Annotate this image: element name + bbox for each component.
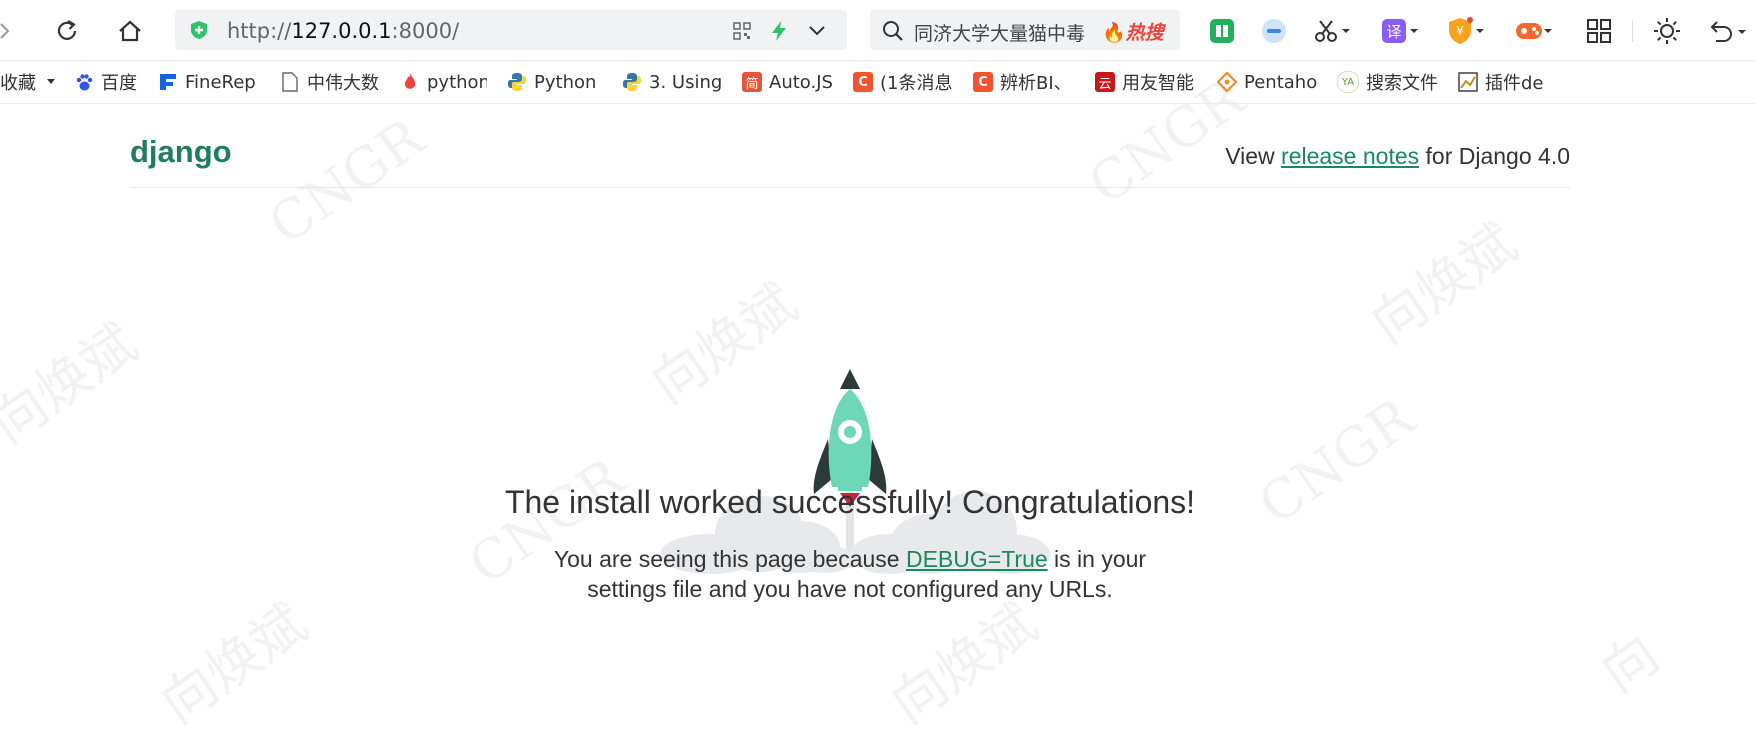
bookmark-python-csdn[interactable]: python	[400, 70, 487, 94]
bookmark-zhongwei[interactable]: 中伟大数	[280, 70, 385, 94]
python-icon	[622, 72, 642, 92]
reading-mode-icon[interactable]	[1205, 14, 1239, 48]
bookmark-csdn-messages[interactable]: C (1条消息	[853, 70, 956, 94]
qr-code-icon[interactable]	[733, 22, 751, 40]
translate-icon[interactable]: 译	[1378, 14, 1422, 48]
baidu-paw-icon	[74, 72, 94, 92]
apps-grid-icon[interactable]	[1582, 14, 1616, 48]
lightning-mode-icon[interactable]	[770, 20, 788, 42]
rocket-nose	[840, 369, 860, 389]
page-icon	[280, 72, 300, 92]
ya-icon: YA	[1337, 71, 1359, 93]
page-content: django View release notes for Django 4.0	[0, 104, 1756, 714]
bookmark-autojs[interactable]: 简 Auto.JS	[742, 70, 833, 94]
bookmark-plugin[interactable]: 插件de	[1458, 70, 1545, 94]
bookmark-python-org[interactable]: Python	[507, 70, 596, 94]
success-headline: The install worked successfully! Congrat…	[504, 484, 1196, 520]
plugin-image-icon	[1458, 72, 1478, 92]
bookmark-search-files[interactable]: YA 搜索文件	[1337, 70, 1438, 94]
bookmark-using-python[interactable]: 3. Using	[622, 70, 725, 94]
release-notes-link[interactable]: release notes	[1281, 143, 1419, 169]
pentaho-icon	[1217, 72, 1237, 92]
forward-icon[interactable]	[0, 14, 22, 48]
screenshot-scissors-icon[interactable]	[1310, 14, 1354, 48]
django-logo[interactable]: django	[130, 134, 232, 170]
flame-icon	[400, 72, 420, 92]
debug-true-link[interactable]: DEBUG=True	[906, 546, 1048, 572]
undo-icon[interactable]	[1706, 14, 1756, 48]
home-icon[interactable]	[113, 14, 147, 48]
chevron-down-icon[interactable]	[807, 22, 827, 38]
svg-text:¥: ¥	[1456, 24, 1464, 38]
bookmark-favorites[interactable]: 收藏	[0, 70, 56, 94]
coupon-shield-icon[interactable]: ¥	[1444, 14, 1488, 48]
minus-extension-icon[interactable]	[1257, 14, 1291, 48]
bookmark-pentaho[interactable]: Pentaho	[1217, 70, 1320, 94]
search-icon	[883, 21, 903, 41]
bookmark-finereport[interactable]: FineRep	[158, 70, 283, 94]
yonyou-icon: 云	[1095, 72, 1115, 92]
search-box[interactable]: 同济大学大量猫中毒 🔥热搜	[870, 10, 1180, 50]
secure-shield-icon	[191, 21, 207, 39]
game-controller-icon[interactable]	[1512, 14, 1556, 48]
python-icon	[507, 72, 527, 92]
csdn-icon: C	[853, 72, 873, 92]
header-divider	[130, 187, 1570, 188]
search-query-text: 同济大学大量猫中毒	[914, 23, 1086, 45]
bookmarks-bar: 收藏 百度 FineRep 中伟大数 python Python 3. Usin…	[0, 61, 1756, 104]
reload-icon[interactable]	[50, 14, 84, 48]
debug-explanation: You are seeing this page because DEBUG=T…	[553, 546, 1147, 602]
rocket-illustration	[660, 369, 1050, 574]
address-bar-url[interactable]: http://127.0.0.1:8000/	[227, 19, 459, 43]
csdn-icon: C	[973, 72, 993, 92]
browser-toolbar: http://127.0.0.1:8000/ 同济大学大量猫中毒 🔥热搜 译 ¥	[0, 0, 1756, 61]
address-bar[interactable]: http://127.0.0.1:8000/	[175, 10, 847, 50]
finereport-icon	[158, 72, 178, 92]
release-notes-text: View release notes for Django 4.0	[1225, 143, 1570, 169]
svg-text:译: 译	[1386, 23, 1401, 41]
hot-search-badge: 🔥热搜	[1102, 22, 1164, 44]
toolbar-divider	[1632, 20, 1633, 42]
bookmark-baidu[interactable]: 百度	[74, 70, 137, 94]
jian-icon: 简	[742, 72, 762, 92]
brightness-sun-icon[interactable]	[1650, 14, 1684, 48]
bookmark-yonyou[interactable]: 云 用友智能	[1095, 70, 1196, 94]
bookmark-bi-compare[interactable]: C 辨析BI、	[973, 70, 1074, 94]
caret-down-icon	[47, 79, 55, 84]
